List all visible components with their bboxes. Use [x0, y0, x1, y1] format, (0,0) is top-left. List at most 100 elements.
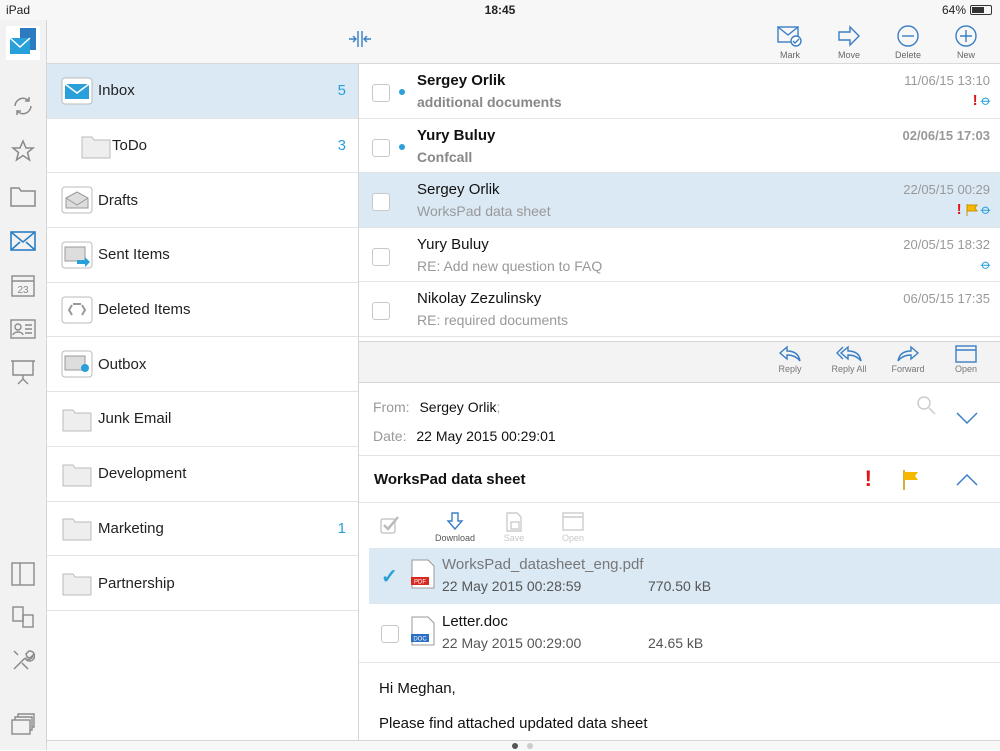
windows-icon[interactable] — [9, 710, 37, 738]
folder-item-deleted-items[interactable]: Deleted Items — [47, 283, 358, 338]
importance-icon: ! — [956, 201, 962, 219]
folder-label: Deleted Items — [98, 301, 191, 319]
folder-item-drafts[interactable]: Drafts — [47, 173, 358, 229]
reply-label: Reply — [778, 364, 802, 374]
flag-icon — [966, 203, 978, 216]
status-bar: iPad 18:45 64% — [0, 0, 1000, 20]
attachment-icon: ⌀ — [977, 200, 995, 218]
contacts-icon[interactable] — [9, 315, 37, 343]
flag-icon[interactable] — [902, 470, 920, 490]
folder-label: Drafts — [98, 191, 139, 209]
tools-icon[interactable] — [9, 646, 37, 674]
message-flags: ! ⌀ — [956, 201, 995, 219]
recycle-icon — [61, 296, 93, 324]
importance-icon: ! — [972, 92, 978, 109]
folder-item-development[interactable]: Development — [47, 447, 358, 502]
folder-item-junk-email[interactable]: Junk Email — [47, 392, 358, 447]
message-sender: Sergey Orlik — [417, 72, 506, 89]
folder-icon — [62, 464, 92, 487]
folder-item-sent-items[interactable]: Sent Items — [47, 228, 358, 283]
devices-icon[interactable] — [9, 603, 37, 631]
star-icon[interactable] — [9, 137, 37, 165]
message-date: 22/05/15 00:29 — [903, 182, 990, 198]
delete-button[interactable]: Delete — [883, 24, 933, 60]
status-right: 64% — [942, 3, 992, 17]
folder-icon — [62, 573, 92, 596]
new-button[interactable]: New — [941, 24, 991, 60]
message-row-selected[interactable]: Sergey Orlik WorksPad data sheet 22/05/1… — [359, 173, 1000, 228]
calendar-icon[interactable]: 23 — [9, 271, 37, 299]
from-row: From: Sergey Orlik; — [373, 399, 501, 415]
clock: 18:45 — [484, 3, 516, 17]
download-label: Download — [434, 533, 476, 543]
folder-icon[interactable] — [9, 182, 37, 210]
message-checkbox[interactable] — [372, 138, 390, 157]
download-button[interactable]: Download — [431, 512, 479, 543]
attachment-checkbox-checked[interactable]: ✓ — [381, 567, 399, 587]
mark-label: Mark — [780, 50, 800, 60]
sync-icon[interactable] — [9, 92, 37, 120]
forward-label: Forward — [891, 364, 925, 374]
message-row[interactable]: Yury Buluy Confcall 02/06/15 17:03 — [359, 119, 1000, 174]
presentation-icon[interactable] — [9, 358, 37, 386]
select-all-checkbox[interactable] — [367, 516, 415, 535]
folder-item-partnership[interactable]: Partnership — [47, 556, 358, 611]
doc-file-icon: DOC — [411, 616, 435, 646]
reading-pane: From: Sergey Orlik; Date: 22 May 2015 00… — [359, 383, 1000, 740]
save-button[interactable]: Save — [490, 512, 538, 543]
move-label: Move — [837, 50, 860, 60]
message-sender: Sergey Orlik — [417, 181, 500, 199]
svg-text:23: 23 — [17, 285, 29, 296]
message-checkbox[interactable] — [372, 247, 390, 266]
message-checkbox[interactable] — [372, 193, 390, 212]
unread-count: 5 — [337, 82, 346, 100]
chevron-up-icon[interactable] — [956, 473, 978, 487]
message-date: 11/06/15 13:10 — [904, 73, 990, 88]
folder-item-inbox[interactable]: Inbox 5 — [47, 64, 358, 119]
message-row[interactable]: Nikolay Zezulinsky RE: required document… — [359, 282, 1000, 337]
split-view-handle-icon[interactable] — [347, 30, 373, 53]
reply-all-button[interactable]: Reply All — [821, 345, 877, 374]
open-attachment-label: Open — [561, 533, 585, 543]
attachment-row-selected[interactable]: ✓ PDF WorksPad_datasheet_eng.pdf 22 May … — [369, 548, 1000, 604]
folder-item-outbox[interactable]: Outbox — [47, 337, 358, 393]
attachment-row[interactable]: DOC Letter.doc 22 May 2015 00:29:00 24.6… — [369, 605, 1000, 661]
folder-label: Development — [98, 465, 187, 483]
drafts-icon — [61, 186, 93, 214]
mail-icon — [61, 77, 93, 105]
message-row[interactable]: Sergey Orlik additional documents 11/06/… — [359, 64, 1000, 119]
message-checkbox[interactable] — [372, 84, 390, 102]
message-row[interactable]: Yury Buluy RE: Add new question to FAQ 2… — [359, 228, 1000, 283]
message-checkbox[interactable] — [372, 302, 390, 321]
move-button[interactable]: Move — [824, 24, 874, 60]
folder-label: Partnership — [98, 574, 175, 592]
reply-button[interactable]: Reply — [762, 345, 818, 374]
mail-icon[interactable] — [9, 227, 37, 255]
message-flags: ! ⌀ — [972, 92, 995, 109]
date-row: Date: 22 May 2015 00:29:01 — [373, 428, 556, 444]
message-date: 20/05/15 18:32 — [903, 236, 990, 252]
folder-label: Junk Email — [98, 410, 172, 428]
message-subject: WorksPad data sheet — [417, 203, 551, 220]
attachment-size: 24.65 kB — [648, 635, 704, 651]
folder-item-marketing[interactable]: Marketing 1 — [47, 502, 358, 557]
delete-label: Delete — [894, 50, 921, 60]
importance-icon[interactable]: ! — [865, 466, 872, 492]
open-button[interactable]: Open — [938, 345, 994, 374]
layout-panel-icon[interactable] — [9, 560, 37, 588]
app-logo-icon — [6, 26, 40, 60]
page-dot — [527, 743, 533, 749]
attachment-checkbox[interactable] — [381, 625, 399, 643]
app-rail: 23 — [0, 20, 47, 750]
attachment-icon: ⌀ — [977, 255, 995, 273]
folder-label: Sent Items — [98, 246, 170, 264]
subject-bar: WorksPad data sheet ! — [359, 455, 1000, 503]
chevron-down-icon[interactable] — [956, 411, 978, 425]
forward-button[interactable]: Forward — [880, 345, 936, 374]
search-icon[interactable] — [916, 395, 936, 415]
folder-item-todo[interactable]: ToDo 3 — [47, 119, 358, 174]
mark-button[interactable]: Mark — [765, 24, 815, 60]
open-attachment-button[interactable]: Open — [549, 512, 597, 543]
from-value[interactable]: Sergey Orlik — [419, 399, 496, 415]
svg-text:PDF: PDF — [414, 580, 426, 586]
